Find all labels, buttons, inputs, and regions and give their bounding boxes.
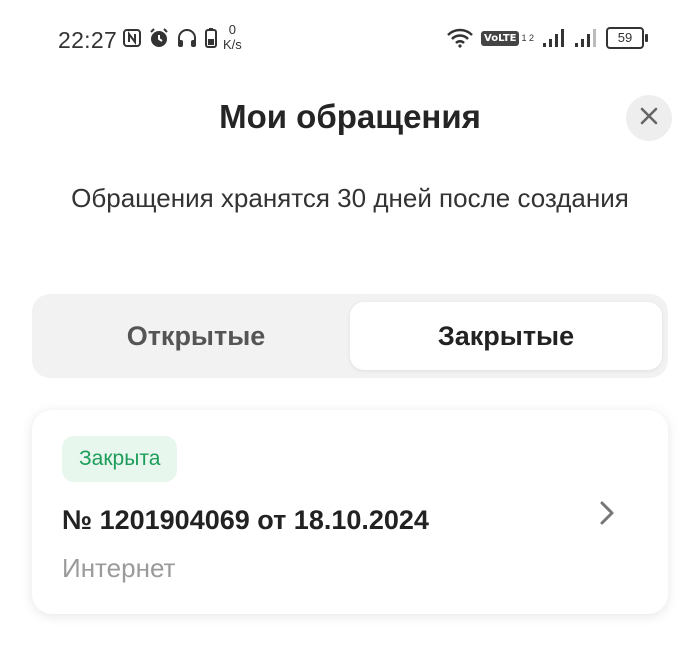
status-bar: 22:27 0 K/s VoLTE 1 2 59	[0, 0, 700, 80]
status-time: 22:27	[58, 27, 118, 53]
network-speed-value: 0	[228, 22, 237, 37]
page-title: Мои обращения	[219, 98, 481, 135]
status-badge: Закрыта	[62, 436, 178, 482]
alarm-icon	[148, 27, 170, 49]
battery-indicator: 59	[606, 27, 648, 49]
tab-closed[interactable]: Закрытые	[350, 302, 662, 370]
nfc-icon	[122, 28, 142, 48]
status-icons-left	[122, 27, 218, 49]
battery-saver-icon	[204, 27, 218, 49]
signal-icon	[574, 28, 598, 48]
tabs-segmented-control: Открытые Закрытые	[32, 294, 668, 378]
close-button[interactable]	[626, 95, 672, 141]
close-icon	[639, 106, 659, 131]
network-speed: 0 K/s	[223, 22, 242, 52]
headphones-icon	[176, 27, 198, 49]
volte-sim-index: 1 2	[521, 32, 534, 43]
ticket-category: Интернет	[62, 553, 176, 583]
chevron-right-icon	[596, 498, 618, 533]
tab-open[interactable]: Открытые	[40, 302, 352, 370]
volte-badge: VoLTE	[481, 30, 520, 46]
network-speed-unit: K/s	[223, 37, 242, 52]
page-subtitle: Обращения хранятся 30 дней после создани…	[71, 183, 629, 213]
status-icons-right: VoLTE 1 2 59	[447, 27, 648, 49]
ticket-card[interactable]: Закрыта № 1201904069 от 18.10.2024 Интер…	[32, 410, 668, 614]
signal-icon	[542, 28, 566, 48]
ticket-title: № 1201904069 от 18.10.2024	[62, 505, 429, 535]
wifi-icon	[447, 28, 473, 48]
